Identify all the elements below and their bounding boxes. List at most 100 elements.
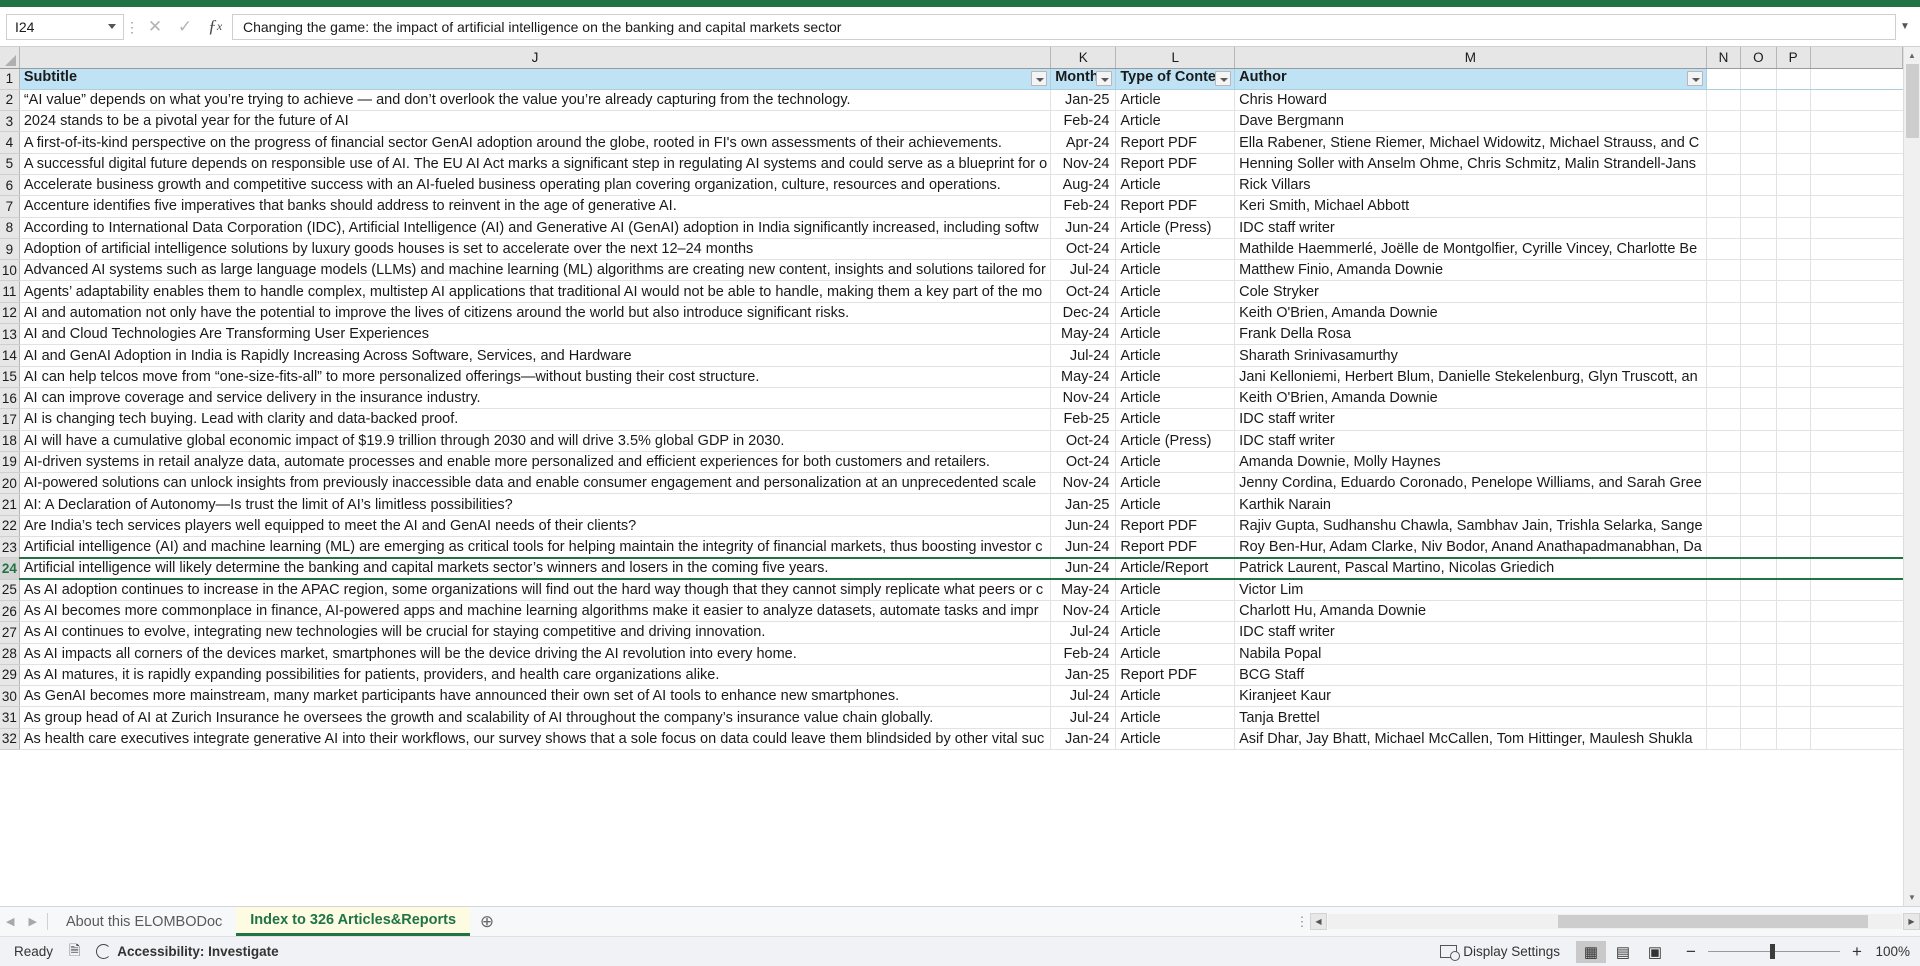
cell-N-5[interactable] [1706, 153, 1742, 175]
row-header-21[interactable]: 21 [0, 493, 20, 516]
cell-O-31[interactable] [1740, 706, 1777, 729]
table-row[interactable]: 24 Artificial intelligence will likely de… [0, 556, 1903, 581]
table-row[interactable]: 29 As AI matures, it is rapidly expanding… [0, 664, 1903, 687]
cell-subtitle-20[interactable]: AI-powered solutions can unlock insights… [19, 472, 1052, 495]
table-row[interactable]: 9 Adoption of artificial intelligence sol… [0, 238, 1903, 261]
cell-P-17[interactable] [1776, 408, 1811, 431]
cell-subtitle-22[interactable]: Are India’s tech services players well e… [19, 515, 1052, 538]
cell-subtitle-12[interactable]: AI and automation not only have the pote… [19, 302, 1052, 325]
cell-month-20[interactable]: Nov-24 [1050, 472, 1117, 495]
row-header-26[interactable]: 26 [0, 600, 20, 623]
cell-P-2[interactable] [1776, 89, 1811, 112]
cell-N-7[interactable] [1706, 195, 1742, 218]
cell-author-10[interactable]: Matthew Finio, Amanda Downie [1234, 259, 1707, 282]
horizontal-scroll-thumb[interactable] [1558, 915, 1868, 928]
row-header-12[interactable]: 12 [0, 302, 20, 325]
header-cell-month[interactable]: Month P [1050, 68, 1117, 90]
sheet-tab-index[interactable]: Index to 326 Articles&Reports [236, 907, 471, 936]
cell-subtitle-15[interactable]: AI can help telcos move from “one-size-f… [19, 366, 1052, 388]
cell-month-4[interactable]: Apr-24 [1050, 131, 1117, 154]
cell-P-23[interactable] [1776, 536, 1811, 559]
filter-dropdown-type-icon[interactable] [1215, 70, 1232, 86]
cell-P-10[interactable] [1776, 259, 1811, 282]
cell-type-2[interactable]: Article [1115, 89, 1236, 112]
row-header-29[interactable]: 29 [0, 664, 20, 687]
cell-author-7[interactable]: Keri Smith, Michael Abbott [1234, 195, 1707, 218]
cell-O-2[interactable] [1740, 89, 1777, 112]
display-settings-button[interactable]: Display Settings [1440, 944, 1560, 961]
fx-icon[interactable]: ƒx [200, 14, 230, 40]
record-macro-icon[interactable]: 🗎 [69, 940, 80, 964]
cell-P-7[interactable] [1776, 195, 1811, 218]
cell-subtitle-4[interactable]: A first-of-its-kind perspective on the p… [19, 131, 1052, 154]
cell-author-18[interactable]: IDC staff writer [1234, 430, 1707, 452]
cell-subtitle-30[interactable]: As GenAI becomes more mainstream, many m… [19, 685, 1052, 708]
cell-author-12[interactable]: Keith O'Brien, Amanda Downie [1234, 302, 1707, 325]
cell-subtitle-29[interactable]: As AI matures, it is rapidly expanding p… [19, 664, 1052, 687]
cell-type-3[interactable]: Article [1115, 110, 1236, 133]
scroll-up-icon[interactable]: ▲ [1903, 47, 1920, 64]
cell-P-21[interactable] [1776, 493, 1811, 516]
cell-type-23[interactable]: Report PDF [1115, 536, 1236, 559]
column-header-K[interactable]: K [1050, 47, 1117, 69]
cell-subtitle-28[interactable]: As AI impacts all corners of the devices… [19, 643, 1052, 665]
filter-dropdown-author-icon[interactable] [1686, 70, 1703, 86]
cell-author-22[interactable]: Rajiv Gupta, Sudhanshu Chawla, Sambhav J… [1234, 515, 1707, 538]
header-cell-author[interactable]: Author [1234, 68, 1707, 90]
cell-subtitle-24[interactable]: Artificial intelligence will likely dete… [19, 556, 1052, 581]
row-header-16[interactable]: 16 [0, 387, 20, 410]
cell-type-19[interactable]: Article [1115, 451, 1236, 474]
cell-O-23[interactable] [1740, 536, 1777, 559]
page-break-view-icon[interactable]: ▣ [1640, 941, 1670, 963]
cell-P-26[interactable] [1776, 600, 1811, 623]
cell-author-31[interactable]: Tanja Brettel [1234, 706, 1707, 729]
column-header-P[interactable]: P [1776, 47, 1811, 69]
header-cell-type[interactable]: Type of Content [1115, 68, 1236, 90]
cell-month-18[interactable]: Oct-24 [1050, 430, 1117, 452]
cell-N-16[interactable] [1706, 387, 1742, 410]
table-row[interactable]: 11 Agents’ adaptability enables them to h… [0, 280, 1903, 303]
cell-author-2[interactable]: Chris Howard [1234, 89, 1707, 112]
table-row[interactable]: 15 AI can help telcos move from “one-size… [0, 366, 1903, 388]
cell-month-10[interactable]: Jul-24 [1050, 259, 1117, 282]
cell-author-16[interactable]: Keith O'Brien, Amanda Downie [1234, 387, 1707, 410]
cell-N-10[interactable] [1706, 259, 1742, 282]
cell-O-16[interactable] [1740, 387, 1777, 410]
table-row[interactable]: 31 As group head of AI at Zurich Insuranc… [0, 706, 1903, 729]
accessibility-status[interactable]: Accessibility: Investigate [96, 944, 279, 959]
cell-month-26[interactable]: Nov-24 [1050, 600, 1117, 623]
table-row[interactable]: 23 Artificial intelligence (AI) and machi… [0, 536, 1903, 559]
table-row[interactable]: 8 According to International Data Corpora… [0, 217, 1903, 239]
zoom-in-icon[interactable]: + [1850, 942, 1864, 962]
cell-overflow-26[interactable] [1810, 600, 1903, 623]
cancel-icon[interactable]: ✕ [140, 14, 170, 40]
table-row[interactable]: 28 As AI impacts all corners of the devic… [0, 643, 1903, 665]
filter-dropdown-subtitle-icon[interactable] [1031, 70, 1048, 86]
sheet-tab-about[interactable]: About this ELOMBODoc [52, 907, 236, 936]
cell-N-11[interactable] [1706, 280, 1742, 303]
row-header-31[interactable]: 31 [0, 706, 20, 729]
cell-overflow-22[interactable] [1810, 515, 1903, 538]
cell-overflow-4[interactable] [1810, 131, 1903, 154]
cell-subtitle-9[interactable]: Adoption of artificial intelligence solu… [19, 238, 1052, 261]
table-row[interactable]: 16 AI can improve coverage and service de… [0, 387, 1903, 410]
cell-overflow-12[interactable] [1810, 302, 1903, 325]
zoom-out-icon[interactable]: − [1684, 942, 1698, 962]
cell-subtitle-17[interactable]: AI is changing tech buying. Lead with cl… [19, 408, 1052, 431]
cell-overflow-29[interactable] [1810, 664, 1903, 687]
row-header-30[interactable]: 30 [0, 685, 20, 708]
cell-O-25[interactable] [1740, 579, 1777, 601]
cell-O-26[interactable] [1740, 600, 1777, 623]
cell-N-30[interactable] [1706, 685, 1742, 708]
cell-month-12[interactable]: Dec-24 [1050, 302, 1117, 325]
cell-type-5[interactable]: Report PDF [1115, 153, 1236, 175]
cell-type-16[interactable]: Article [1115, 387, 1236, 410]
cell-overflow-9[interactable] [1810, 238, 1903, 261]
cell-overflow-20[interactable] [1810, 472, 1903, 495]
cell-subtitle-6[interactable]: Accelerate business growth and competiti… [19, 174, 1052, 197]
cell-N-27[interactable] [1706, 621, 1742, 644]
cell-P-18[interactable] [1776, 430, 1811, 452]
cell-subtitle-18[interactable]: AI will have a cumulative global economi… [19, 430, 1052, 452]
cell-O-10[interactable] [1740, 259, 1777, 282]
cell-overflow-11[interactable] [1810, 280, 1903, 303]
